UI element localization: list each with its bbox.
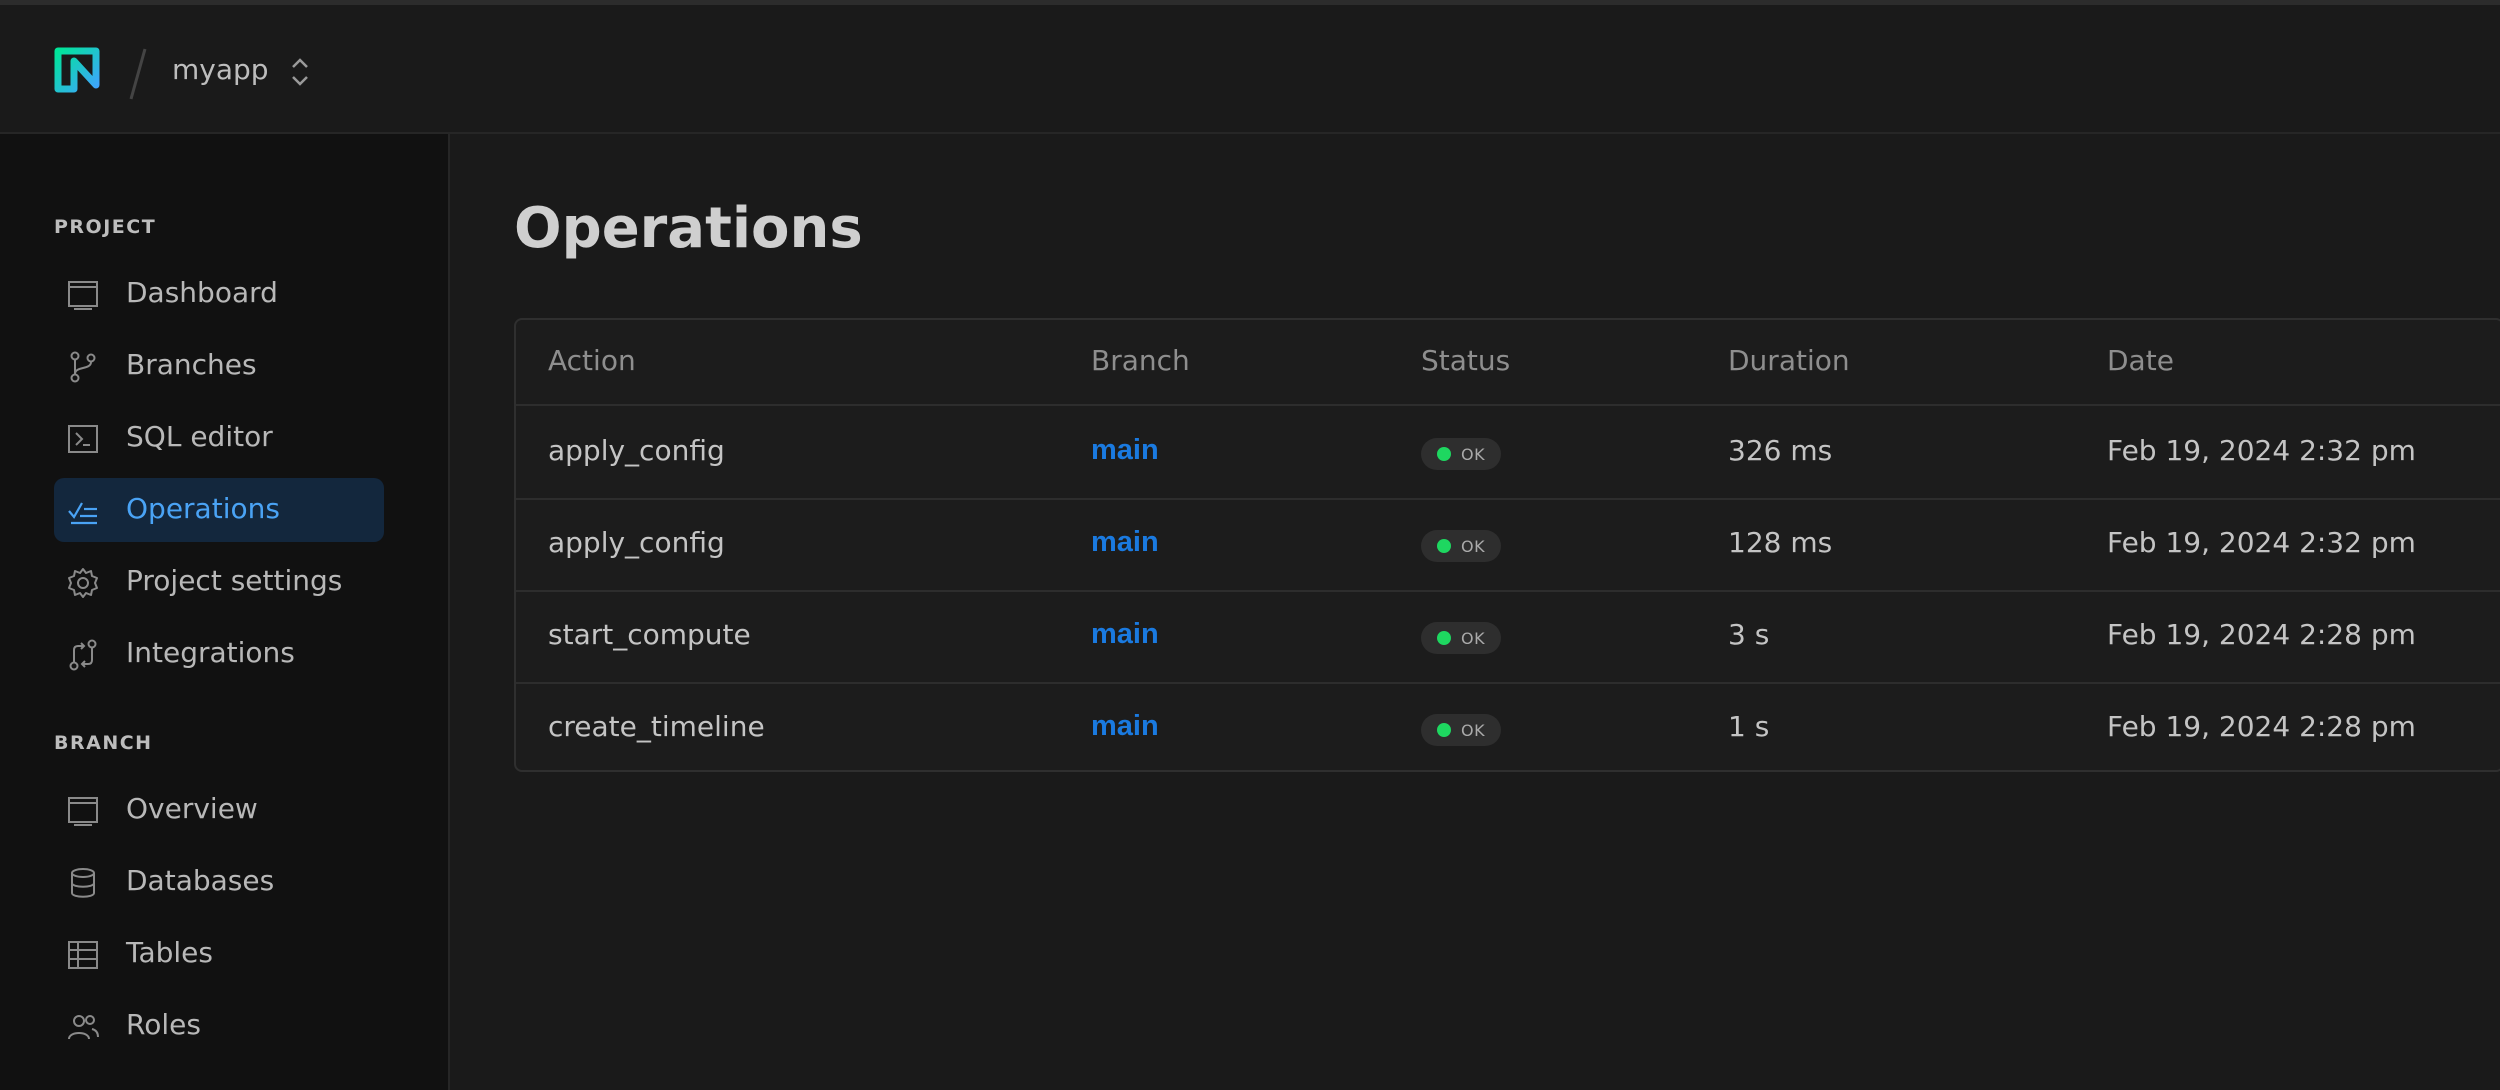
sidebar-item-roles[interactable]: Roles (54, 994, 384, 1058)
status-ok-dot-icon (1437, 631, 1451, 645)
sidebar-item-project-settings[interactable]: Project settings (54, 550, 384, 614)
sidebar-item-sql-editor[interactable]: SQL editor (54, 406, 384, 470)
column-header-duration: Duration (1728, 344, 1850, 377)
project-name[interactable]: myapp (172, 53, 269, 86)
sidebar-item-label: Integrations (126, 636, 295, 669)
sidebar-item-label: SQL editor (126, 420, 273, 453)
table-row[interactable]: create_timeline main OK 1 s Feb 19, 2024… (516, 682, 2500, 774)
branches-icon (70, 351, 96, 383)
table-row[interactable]: apply_config main OK 128 ms Feb 19, 2024… (516, 498, 2500, 592)
date-cell: Feb 19, 2024 2:28 pm (2107, 710, 2416, 743)
sidebar-item-dashboard[interactable]: Dashboard (54, 262, 384, 326)
section-label-branch: BRANCH (54, 732, 153, 754)
table-header: Action Branch Status Duration Date (516, 320, 2500, 406)
duration-cell: 1 s (1728, 710, 1770, 743)
branch-link[interactable]: main (1091, 618, 1159, 651)
table-row[interactable]: apply_config main OK 326 ms Feb 19, 2024… (516, 406, 2500, 500)
date-cell: Feb 19, 2024 2:32 pm (2107, 526, 2416, 559)
column-header-branch: Branch (1091, 344, 1190, 377)
sidebar-item-label: Dashboard (126, 276, 278, 309)
operations-table: Action Branch Status Duration Date apply… (514, 318, 2500, 772)
sql-editor-icon (68, 425, 98, 453)
database-icon (71, 868, 95, 898)
sidebar-item-label: Databases (126, 864, 275, 897)
duration-cell: 128 ms (1728, 526, 1833, 559)
sidebar-item-databases[interactable]: Databases (54, 850, 384, 914)
chevron-up-down-icon[interactable] (287, 55, 313, 89)
sidebar-item-label: Operations (126, 492, 280, 525)
dashboard-icon (68, 281, 98, 310)
integrations-icon (69, 639, 97, 671)
branch-link[interactable]: main (1091, 434, 1159, 467)
duration-cell: 326 ms (1728, 434, 1833, 467)
overview-icon (68, 797, 98, 826)
sidebar-item-operations[interactable]: Operations (54, 478, 384, 542)
status-text: OK (1461, 537, 1486, 556)
breadcrumb-separator-icon (129, 48, 147, 100)
sidebar-item-label: Branches (126, 348, 257, 381)
roles-icon (68, 1015, 99, 1040)
branch-link[interactable]: main (1091, 710, 1159, 743)
column-header-date: Date (2107, 344, 2174, 377)
page-title: Operations (514, 196, 863, 261)
operations-icon (68, 502, 97, 525)
action-cell: create_timeline (548, 710, 765, 743)
table-row[interactable]: start_compute main OK 3 s Feb 19, 2024 2… (516, 590, 2500, 684)
column-header-action: Action (548, 344, 636, 377)
date-cell: Feb 19, 2024 2:32 pm (2107, 434, 2416, 467)
status-badge: OK (1421, 714, 1501, 746)
sidebar-item-branches[interactable]: Branches (54, 334, 384, 398)
status-text: OK (1461, 445, 1486, 464)
sidebar-item-label: Roles (126, 1008, 201, 1041)
date-cell: Feb 19, 2024 2:28 pm (2107, 618, 2416, 651)
neon-logo-icon[interactable] (52, 45, 102, 95)
status-badge: OK (1421, 622, 1501, 654)
sidebar-item-tables[interactable]: Tables (54, 922, 384, 986)
column-header-status: Status (1421, 344, 1511, 377)
status-text: OK (1461, 629, 1486, 648)
status-text: OK (1461, 721, 1486, 740)
action-cell: start_compute (548, 618, 751, 651)
sidebar: PROJECT Dashboard Branches SQL editor Op… (0, 134, 450, 1090)
sidebar-item-overview[interactable]: Overview (54, 778, 384, 842)
top-bar: myapp (0, 5, 2500, 134)
duration-cell: 3 s (1728, 618, 1770, 651)
sidebar-item-label: Tables (126, 936, 213, 969)
sidebar-item-integrations[interactable]: Integrations (54, 622, 384, 686)
status-badge: OK (1421, 530, 1501, 562)
gear-icon (68, 568, 98, 598)
sidebar-item-label: Overview (126, 792, 258, 825)
status-ok-dot-icon (1437, 447, 1451, 461)
action-cell: apply_config (548, 434, 725, 467)
status-ok-dot-icon (1437, 539, 1451, 553)
table-icon (68, 941, 98, 969)
section-label-project: PROJECT (54, 216, 157, 238)
action-cell: apply_config (548, 526, 725, 559)
branch-link[interactable]: main (1091, 526, 1159, 559)
sidebar-item-label: Project settings (126, 564, 343, 597)
status-badge: OK (1421, 438, 1501, 470)
status-ok-dot-icon (1437, 723, 1451, 737)
